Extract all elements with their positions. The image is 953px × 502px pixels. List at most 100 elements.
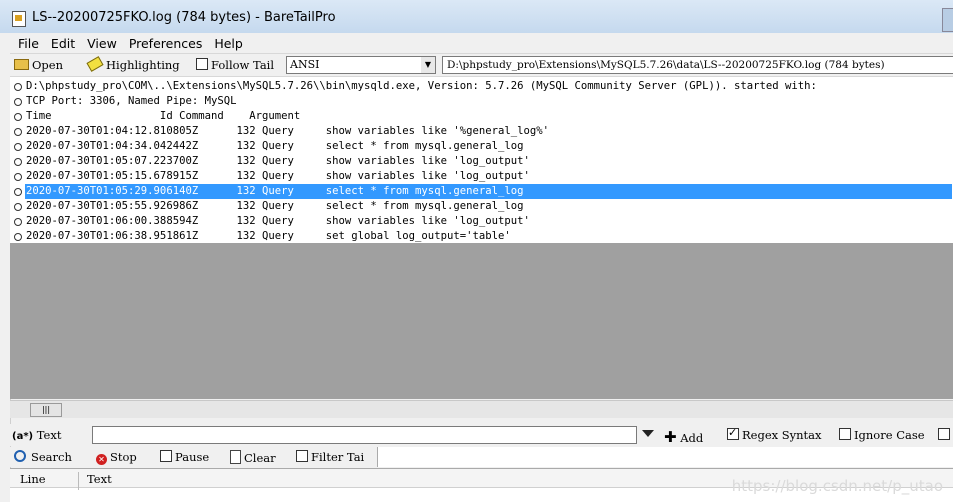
document-icon	[230, 450, 241, 464]
log-line-text: 2020-07-30T01:04:12.810805Z 132 Query sh…	[26, 125, 549, 137]
regex-prefix: (a*)	[12, 431, 34, 442]
clear-label: Clear	[244, 451, 276, 465]
pause-toggle[interactable]: Pause	[160, 450, 209, 464]
log-line[interactable]: TCP Port: 3306, Named Pipe: MySQL	[10, 94, 953, 109]
open-label: Open	[32, 58, 64, 72]
log-line-text: Time Id Command Argument	[26, 110, 301, 122]
extra-checkbox-toggle[interactable]	[938, 428, 953, 442]
encoding-select[interactable]: ANSI ▼	[286, 56, 436, 74]
filter-tail-label: Filter Tai	[311, 450, 365, 464]
bookmark-marker-icon[interactable]	[14, 98, 22, 106]
log-line-text: 2020-07-30T01:04:34.042442Z 132 Query se…	[26, 140, 524, 152]
follow-tail-toggle[interactable]: Follow Tail	[196, 58, 274, 72]
log-line[interactable]: 2020-07-30T01:06:00.388594Z 132 Query sh…	[10, 214, 953, 229]
search-button[interactable]: Search	[14, 450, 72, 464]
bookmark-marker-icon[interactable]	[14, 113, 22, 121]
scrollbar-thumb[interactable]: |||	[30, 403, 62, 417]
log-line-text: 2020-07-30T01:05:29.906140Z 132 Query se…	[25, 184, 952, 199]
column-header-text[interactable]: Text	[87, 472, 112, 486]
bookmark-marker-icon[interactable]	[14, 218, 22, 226]
follow-tail-label: Follow Tail	[211, 58, 275, 72]
log-view[interactable]: D:\phpstudy_pro\COM\..\Extensions\MySQL5…	[10, 77, 953, 399]
log-line-text: 2020-07-30T01:05:15.678915Z 132 Query sh…	[26, 170, 530, 182]
pause-label: Pause	[175, 450, 210, 464]
filter-tail-toggle[interactable]: Filter Tai	[296, 450, 364, 464]
log-line-text: 2020-07-30T01:06:38.951861Z 132 Query se…	[26, 230, 511, 242]
log-line[interactable]: Time Id Command Argument	[10, 109, 953, 124]
clear-button[interactable]: Clear	[230, 450, 276, 465]
ignore-case-toggle[interactable]: Ignore Case	[839, 428, 925, 442]
ignore-case-checkbox[interactable]	[839, 428, 851, 440]
log-lines: D:\phpstudy_pro\COM\..\Extensions\MySQL5…	[10, 79, 953, 244]
log-line[interactable]: 2020-07-30T01:05:29.906140Z 132 Query se…	[10, 184, 953, 199]
bookmark-marker-icon[interactable]	[14, 83, 22, 91]
log-line[interactable]: 2020-07-30T01:05:55.926986Z 132 Query se…	[10, 199, 953, 214]
log-line-text: D:\phpstudy_pro\COM\..\Extensions\MySQL5…	[26, 80, 817, 92]
log-text-area: D:\phpstudy_pro\COM\..\Extensions\MySQL5…	[10, 77, 953, 243]
text-filter-label: Text	[36, 428, 62, 442]
menu-view[interactable]: View	[79, 33, 121, 51]
log-line[interactable]: 2020-07-30T01:06:38.951861Z 132 Query se…	[10, 229, 953, 244]
title-bar: LS--20200725FKO.log (784 bytes) - BareTa…	[0, 0, 953, 34]
bookmark-marker-icon[interactable]	[14, 128, 22, 136]
folder-icon	[14, 59, 29, 70]
chevron-down-icon[interactable]	[642, 430, 654, 437]
search-row: Search ✕ Stop Pause Clear Filter Tai	[10, 447, 953, 467]
highlighter-icon	[86, 56, 104, 72]
plus-icon: ✚	[664, 428, 677, 446]
log-line[interactable]: 2020-07-30T01:05:15.678915Z 132 Query sh…	[10, 169, 953, 184]
add-label: Add	[680, 431, 704, 445]
open-button[interactable]: Open	[14, 58, 63, 72]
log-line-text: 2020-07-30T01:06:00.388594Z 132 Query sh…	[26, 215, 530, 227]
column-header-line[interactable]: Line	[20, 472, 46, 486]
log-line[interactable]: D:\phpstudy_pro\COM\..\Extensions\MySQL5…	[10, 79, 953, 94]
filter-tail-checkbox[interactable]	[296, 450, 308, 462]
log-line[interactable]: 2020-07-30T01:04:12.810805Z 132 Query sh…	[10, 124, 953, 139]
menu-file[interactable]: File	[10, 33, 43, 51]
bookmark-marker-icon[interactable]	[14, 233, 22, 241]
log-line-text: 2020-07-30T01:05:07.223700Z 132 Query sh…	[26, 155, 530, 167]
pause-checkbox[interactable]	[160, 450, 172, 462]
bookmark-marker-icon[interactable]	[14, 143, 22, 151]
filter-text-input[interactable]	[92, 426, 637, 444]
ignore-case-label: Ignore Case	[854, 428, 925, 442]
text-filter-label-group: (a*) Text	[12, 428, 61, 442]
search-label: Search	[31, 450, 72, 464]
menu-preferences[interactable]: Preferences	[121, 33, 207, 51]
stop-icon: ✕	[96, 454, 107, 465]
chevron-down-icon[interactable]: ▼	[421, 57, 435, 73]
log-line-text: 2020-07-30T01:05:55.926986Z 132 Query se…	[26, 200, 524, 212]
app-icon	[12, 11, 26, 27]
regex-syntax-checkbox[interactable]	[727, 426, 739, 440]
extra-checkbox[interactable]	[938, 428, 950, 440]
highlighting-label: Highlighting	[106, 58, 180, 72]
bookmark-marker-icon[interactable]	[14, 173, 22, 181]
log-line[interactable]: 2020-07-30T01:05:07.223700Z 132 Query sh…	[10, 154, 953, 169]
follow-tail-checkbox[interactable]	[196, 58, 208, 70]
stop-button[interactable]: ✕ Stop	[96, 450, 137, 465]
filter-row: (a*) Text ✚ Add Regex Syntax Ignore Case	[10, 424, 953, 446]
results-panel: Line Text https://blog.csdn.net/p_utao	[10, 468, 953, 502]
window-title: LS--20200725FKO.log (784 bytes) - BareTa…	[32, 10, 336, 25]
log-line[interactable]: 2020-07-30T01:04:34.042442Z 132 Query se…	[10, 139, 953, 154]
search-icon	[14, 450, 26, 462]
encoding-value: ANSI	[290, 58, 320, 71]
bookmark-marker-icon[interactable]	[14, 203, 22, 211]
file-path-display: D:\phpstudy_pro\Extensions\MySQL5.7.26\d…	[442, 56, 953, 74]
bookmark-marker-icon[interactable]	[14, 158, 22, 166]
horizontal-scrollbar[interactable]: |||	[10, 400, 953, 418]
menu-bar: File Edit View Preferences Help	[10, 33, 953, 53]
stop-label: Stop	[110, 450, 137, 464]
search-results-box[interactable]	[377, 447, 953, 467]
add-button[interactable]: ✚ Add	[664, 428, 703, 446]
highlighting-button[interactable]: Highlighting	[86, 56, 180, 72]
menu-edit[interactable]: Edit	[43, 33, 79, 51]
log-line-text: TCP Port: 3306, Named Pipe: MySQL	[26, 95, 237, 107]
column-divider[interactable]	[78, 472, 79, 490]
bookmark-marker-icon[interactable]	[14, 188, 22, 196]
window-control-button[interactable]	[942, 8, 953, 32]
regex-syntax-toggle[interactable]: Regex Syntax	[727, 426, 822, 442]
toolbar: Open Highlighting Follow Tail ANSI ▼ D:\…	[10, 53, 953, 77]
menu-help[interactable]: Help	[206, 33, 247, 51]
regex-syntax-label: Regex Syntax	[742, 428, 822, 442]
